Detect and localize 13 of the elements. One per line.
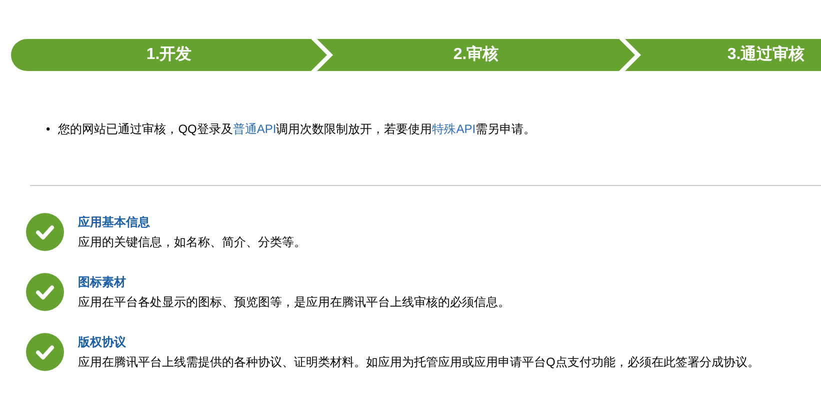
api-link[interactable]: 普通API xyxy=(232,122,276,136)
section-title[interactable]: 图标素材 xyxy=(78,274,510,290)
check-icon xyxy=(26,273,64,311)
check-icon xyxy=(26,213,64,251)
list-bullet: • xyxy=(46,121,50,138)
section-title[interactable]: 应用基本信息 xyxy=(78,214,306,230)
check-icon xyxy=(26,333,64,371)
section-description: 应用在腾讯平台上线需提供的各种协议、证明类材料。如应用为托管应用或应用申请平台Q点支付功能，必须在此签署分成协议。 xyxy=(78,354,760,370)
section-title[interactable]: 版权协议 xyxy=(78,334,760,350)
section-description: 应用在平台各处显示的图标、预览图等，是应用在腾讯平台上线审核的必须信息。 xyxy=(78,294,510,310)
notice-text: 您的网站已通过审核，QQ登录及普通API调用次数限制放开，若要使用特殊API需另申请。 xyxy=(58,121,536,138)
api-link[interactable]: 特殊API xyxy=(432,122,476,136)
section-description: 应用的关键信息，如名称、简介、分类等。 xyxy=(78,234,306,250)
